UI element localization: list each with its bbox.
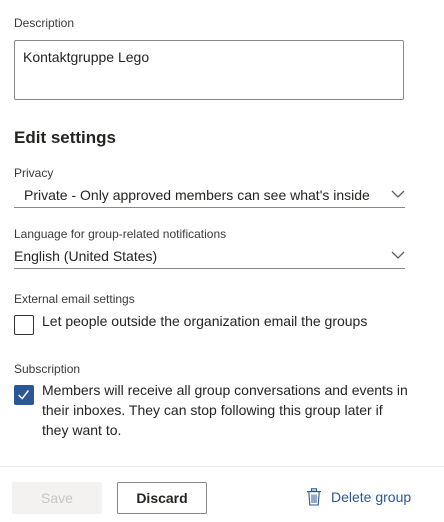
external-email-label: External email settings bbox=[14, 292, 135, 306]
external-email-checkbox-label[interactable]: Let people outside the organization emai… bbox=[42, 311, 367, 331]
language-label: Language for group-related notifications bbox=[14, 227, 227, 241]
delete-group-label: Delete group bbox=[331, 489, 412, 505]
discard-button[interactable]: Discard bbox=[117, 482, 207, 514]
language-dropdown[interactable]: English (United States) bbox=[14, 247, 405, 269]
external-email-checkbox[interactable] bbox=[14, 315, 34, 335]
save-button[interactable]: Save bbox=[12, 482, 102, 514]
language-value: English (United States) bbox=[14, 248, 158, 264]
footer-divider bbox=[0, 466, 444, 467]
chevron-down-icon bbox=[391, 251, 405, 259]
subscription-checkbox-label[interactable]: Members will receive all group conversat… bbox=[42, 380, 408, 440]
privacy-dropdown[interactable]: Private - Only approved members can see … bbox=[14, 186, 405, 208]
subscription-label: Subscription bbox=[14, 362, 81, 376]
trash-icon bbox=[307, 488, 321, 506]
description-value: Kontaktgruppe Lego bbox=[23, 49, 150, 65]
edit-settings-heading: Edit settings bbox=[14, 128, 117, 147]
privacy-label: Privacy bbox=[14, 166, 54, 180]
description-field[interactable]: Kontaktgruppe Lego bbox=[14, 40, 404, 100]
subscription-text-line-3: they want to. bbox=[42, 422, 122, 438]
chevron-down-icon bbox=[391, 190, 405, 198]
privacy-value: Private - Only approved members can see … bbox=[24, 187, 370, 203]
subscription-checkbox[interactable] bbox=[14, 385, 34, 405]
group-settings-panel: Description Kontaktgruppe Lego Edit sett… bbox=[0, 0, 444, 522]
subscription-text-line-1: Members will receive all group conversat… bbox=[42, 382, 408, 398]
checkmark-icon bbox=[18, 390, 30, 400]
subscription-text-line-2: their inboxes. They can stop following t… bbox=[42, 402, 383, 418]
description-label: Description bbox=[14, 16, 75, 30]
